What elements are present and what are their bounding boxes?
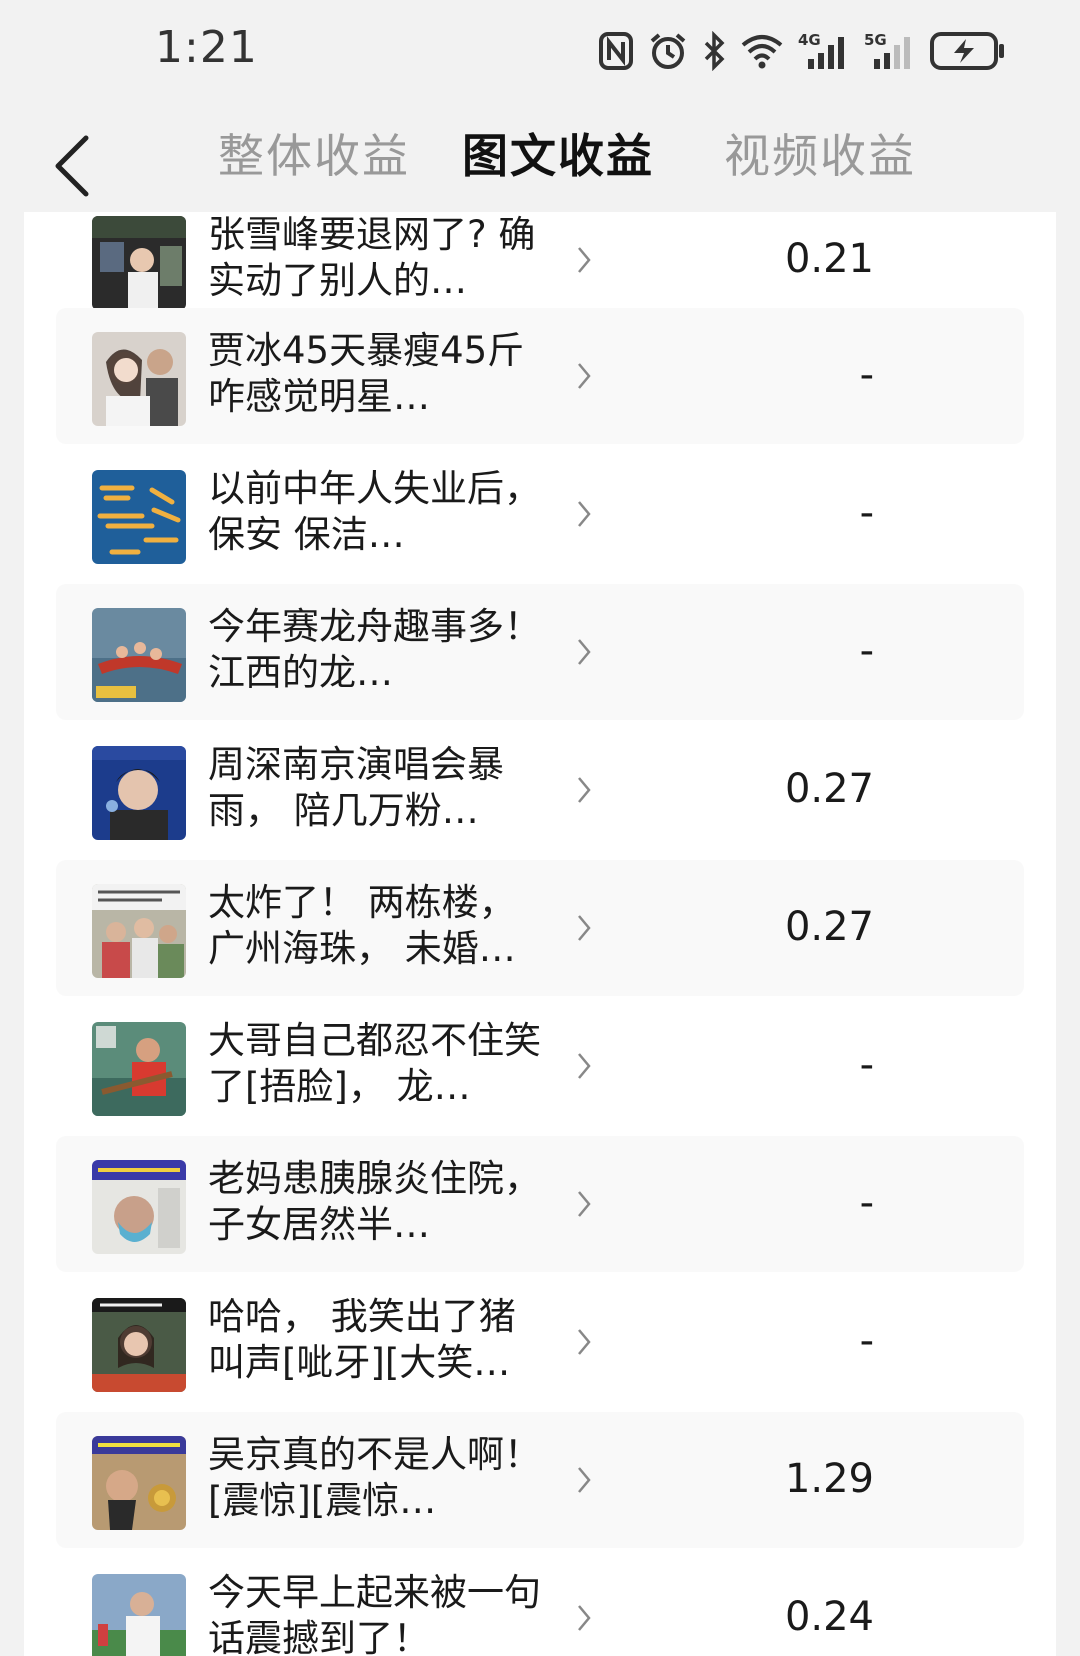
article-title: 今年赛龙舟趣事多！ 江西的龙… <box>208 605 541 694</box>
article-title: 张雪峰要退网了? 确实动了别人的… <box>208 213 536 302</box>
list-item[interactable]: 今年赛龙舟趣事多！ 江西的龙… - <box>56 584 1024 720</box>
article-title: 贾冰45天暴瘦45斤 咋感觉明星… <box>208 329 525 418</box>
list-item[interactable]: 老妈患胰腺炎住院， 子女居然半… - <box>56 1136 1024 1272</box>
article-earnings: - <box>859 1042 874 1088</box>
chevron-right-icon <box>572 496 596 532</box>
chevron-right-icon <box>572 1462 596 1498</box>
list-item[interactable]: 周深南京演唱会暴雨， 陪几万粉… 0.27 <box>56 722 1024 858</box>
article-earnings: - <box>859 490 874 536</box>
chevron-right-icon <box>572 1048 596 1084</box>
article-thumbnail <box>92 1298 186 1392</box>
article-earnings: 0.27 <box>784 904 874 950</box>
list-item[interactable]: 太炸了！ 两栋楼， 广州海珠， 未婚… 0.27 <box>56 860 1024 996</box>
status-time: 1:21 <box>155 22 258 73</box>
list-item[interactable]: 今天早上起来被一句话震撼到了！ 0.24 <box>56 1550 1024 1656</box>
article-earnings: 1.29 <box>784 1456 874 1502</box>
article-title: 老妈患胰腺炎住院， 子女居然半… <box>208 1157 541 1246</box>
article-earnings: 0.21 <box>784 236 874 282</box>
header: 整体收益 图文收益 视频收益 <box>0 100 1080 212</box>
article-thumbnail <box>92 608 186 702</box>
network-label-4g: 4G <box>798 31 821 49</box>
tab-video-earnings[interactable]: 视频收益 <box>724 120 916 186</box>
article-thumbnail <box>92 884 186 978</box>
tab-bar: 整体收益 图文收益 视频收益 <box>0 120 1080 190</box>
chevron-right-icon <box>572 1324 596 1360</box>
article-earnings-list: 张雪峰要退网了? 确实动了别人的… 0.21 贾冰45天暴瘦45斤 咋感觉明星…… <box>24 212 1056 1656</box>
chevron-right-icon <box>572 772 596 808</box>
article-thumbnail <box>92 332 186 426</box>
article-thumbnail <box>92 1574 186 1656</box>
article-thumbnail <box>92 746 186 840</box>
article-title: 吴京真的不是人啊！ [震惊][震惊… <box>208 1433 541 1522</box>
alarm-icon <box>648 31 688 71</box>
chevron-right-icon <box>572 242 596 278</box>
status-icons: 4G 5G <box>598 26 1006 76</box>
article-title: 以前中年人失业后， 保安 保洁… <box>208 467 541 556</box>
tab-article-earnings[interactable]: 图文收益 <box>462 120 654 186</box>
chevron-right-icon <box>572 910 596 946</box>
article-earnings: 0.27 <box>784 766 874 812</box>
article-title: 周深南京演唱会暴雨， 陪几万粉… <box>208 743 504 832</box>
chevron-right-icon <box>572 358 596 394</box>
wifi-icon <box>740 33 784 69</box>
article-thumbnail <box>92 216 186 310</box>
status-bar: 1:21 4G 5G <box>0 0 1080 100</box>
signal-4g-icon: 4G <box>798 31 850 71</box>
article-thumbnail <box>92 1160 186 1254</box>
article-title: 今天早上起来被一句话震撼到了！ <box>208 1571 541 1656</box>
article-earnings: - <box>859 1318 874 1364</box>
list-item[interactable]: 吴京真的不是人啊！ [震惊][震惊… 1.29 <box>56 1412 1024 1548</box>
tab-overall-earnings[interactable]: 整体收益 <box>218 120 410 186</box>
list-item[interactable]: 大哥自己都忍不住笑了[捂脸]， 龙… - <box>56 998 1024 1134</box>
list-item[interactable]: 贾冰45天暴瘦45斤 咋感觉明星… - <box>56 308 1024 444</box>
list-item[interactable]: 以前中年人失业后， 保安 保洁… - <box>56 446 1024 582</box>
article-earnings: 0.24 <box>784 1594 874 1640</box>
battery-charging-icon <box>930 31 1006 71</box>
article-thumbnail <box>92 1436 186 1530</box>
article-thumbnail <box>92 470 186 564</box>
chevron-right-icon <box>572 634 596 670</box>
article-title: 大哥自己都忍不住笑了[捂脸]， 龙… <box>208 1019 541 1108</box>
chevron-right-icon <box>572 1186 596 1222</box>
list-item[interactable]: 哈哈， 我笑出了猪叫声[呲牙][大笑… - <box>56 1274 1024 1410</box>
chevron-right-icon <box>572 1600 596 1636</box>
article-title: 太炸了！ 两栋楼， 广州海珠， 未婚… <box>208 881 516 970</box>
signal-5g-icon: 5G <box>864 31 916 71</box>
article-earnings: - <box>859 628 874 674</box>
article-earnings: - <box>859 1180 874 1226</box>
nfc-icon <box>598 31 634 71</box>
article-earnings: - <box>859 352 874 398</box>
network-label-5g: 5G <box>864 31 887 49</box>
bluetooth-icon <box>702 31 726 71</box>
article-thumbnail <box>92 1022 186 1116</box>
article-title: 哈哈， 我笑出了猪叫声[呲牙][大笑… <box>208 1295 516 1384</box>
